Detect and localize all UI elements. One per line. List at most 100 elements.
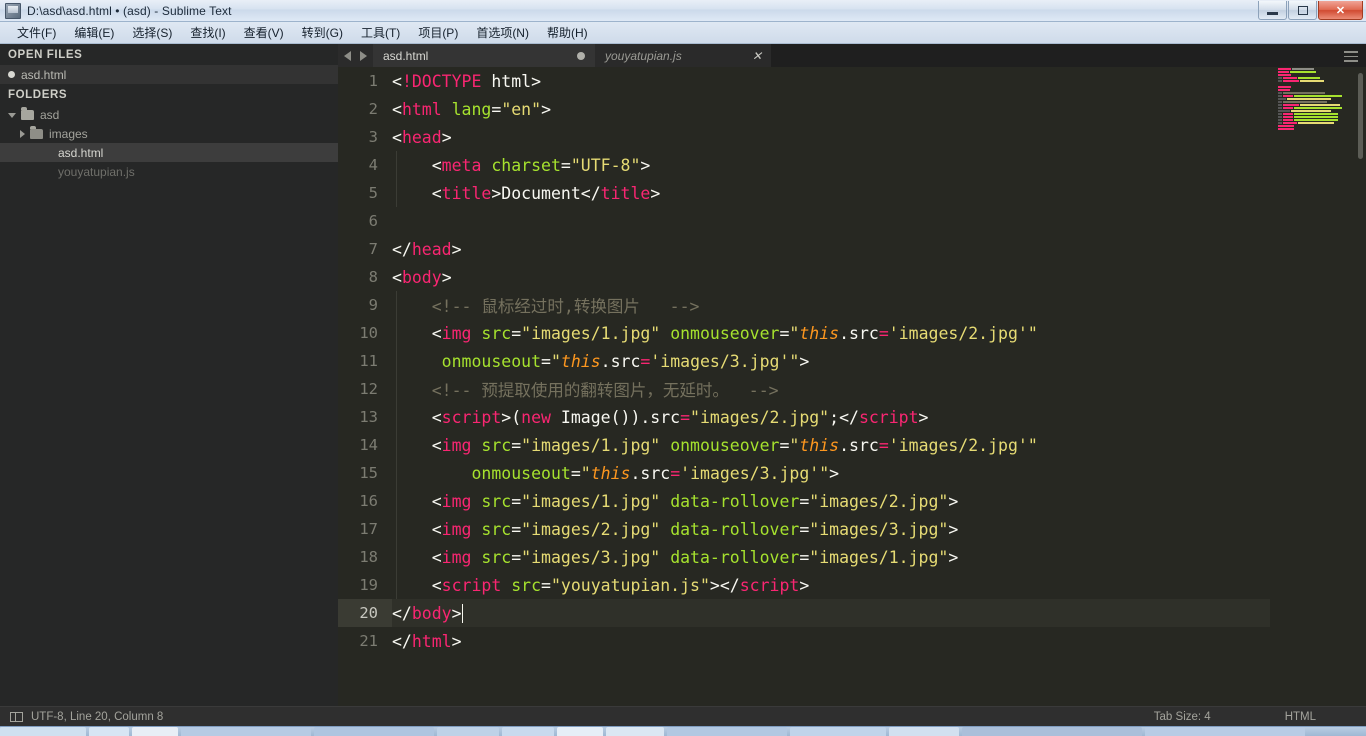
folder-open-icon	[21, 106, 34, 120]
menu-item-file[interactable]: 文件(F)	[8, 22, 65, 43]
open-files-header: OPEN FILES	[8, 49, 83, 61]
taskbar-item[interactable]	[1145, 727, 1305, 736]
minimap[interactable]	[1270, 67, 1366, 706]
code-line[interactable]: 9 <!-- 鼠标经过时,转换图片 -->	[338, 291, 1366, 319]
tab-label: asd.html	[383, 48, 429, 63]
code-line[interactable]: 2 <html lang="en">	[338, 95, 1366, 123]
minimap-line	[1278, 86, 1366, 88]
taskbar-item[interactable]	[606, 727, 664, 736]
minimap-line	[1278, 128, 1366, 130]
menu-item-tools[interactable]: 工具(T)	[352, 22, 409, 43]
line-number: 6	[368, 212, 378, 230]
code-line[interactable]: 17 <img src="images/2.jpg" data-rollover…	[338, 515, 1366, 543]
code-line[interactable]: 16 <img src="images/1.jpg" data-rollover…	[338, 487, 1366, 515]
taskbar-item[interactable]	[962, 727, 1142, 736]
open-file-item-asd-html[interactable]: asd.html	[0, 65, 338, 84]
tab-overflow-menu-icon[interactable]	[1344, 51, 1358, 65]
taskbar-item[interactable]	[889, 727, 959, 736]
code-line[interactable]: 14 <img src="images/1.jpg" onmouseover="…	[338, 431, 1366, 459]
chevron-right-icon[interactable]	[20, 129, 25, 138]
menu-item-find[interactable]: 查找(I)	[181, 22, 234, 43]
menu-item-selection[interactable]: 选择(S)	[123, 22, 181, 43]
code-line[interactable]: 6	[338, 207, 1366, 235]
chevron-down-icon[interactable]	[8, 113, 16, 118]
code-line[interactable]: 4 <meta charset="UTF-8">	[338, 151, 1366, 179]
code-text: <img src="images/1.jpg" data-rollover="i…	[392, 491, 959, 511]
line-number: 18	[359, 548, 378, 566]
menu-item-help[interactable]: 帮助(H)	[538, 22, 597, 43]
tab-youyatupian-js[interactable]: youyatupian.js ✕	[595, 44, 771, 67]
taskbar-item[interactable]	[437, 727, 499, 736]
indent-guide	[396, 515, 397, 543]
indent-guide	[396, 179, 397, 207]
code-line[interactable]: 7 </head>	[338, 235, 1366, 263]
code-line[interactable]: 8 <body>	[338, 263, 1366, 291]
sidebar-toggle-icon[interactable]	[10, 711, 23, 722]
code-text: <script>(new Image()).src="images/2.jpg"…	[392, 407, 929, 427]
close-button[interactable]: ✕	[1318, 1, 1363, 20]
taskbar-item[interactable]	[0, 727, 86, 736]
code-line[interactable]: 19 <script src="youyatupian.js"></script…	[338, 571, 1366, 599]
status-tab-size[interactable]: Tab Size: 4	[1154, 711, 1211, 723]
minimap-line	[1278, 110, 1366, 112]
minimize-button[interactable]	[1258, 1, 1287, 20]
status-right-group: Tab Size: 4 HTML	[1154, 711, 1366, 723]
window-title: D:\asd\asd.html • (asd) - Sublime Text	[27, 3, 232, 18]
taskbar-item[interactable]	[132, 727, 178, 736]
taskbar-item[interactable]	[790, 727, 886, 736]
line-number: 19	[359, 576, 378, 594]
code-line[interactable]: 5 <title>Document</title>	[338, 179, 1366, 207]
menu-item-edit[interactable]: 编辑(E)	[65, 22, 123, 43]
menu-item-view[interactable]: 查看(V)	[235, 22, 293, 43]
code-text: <img src="images/2.jpg" data-rollover="i…	[392, 519, 959, 539]
maximize-button[interactable]	[1288, 1, 1317, 20]
taskbar-item[interactable]	[667, 727, 787, 736]
line-number: 9	[368, 296, 378, 314]
file-label: youyatupian.js	[58, 164, 135, 179]
code-line[interactable]: 1 <!DOCTYPE html>	[338, 67, 1366, 95]
indent-guide	[396, 403, 397, 431]
code-line[interactable]: 10 <img src="images/1.jpg" onmouseover="…	[338, 319, 1366, 347]
taskbar-item[interactable]	[314, 727, 434, 736]
tab-asd-html[interactable]: asd.html	[373, 44, 595, 67]
tab-nav-arrows	[338, 44, 373, 67]
status-syntax[interactable]: HTML	[1285, 711, 1316, 723]
taskbar-item[interactable]	[181, 727, 311, 736]
indent-guide	[396, 347, 397, 375]
code-line[interactable]: 18 <img src="images/3.jpg" data-rollover…	[338, 543, 1366, 571]
menu-item-project[interactable]: 项目(P)	[409, 22, 467, 43]
tab-close-icon[interactable]: ✕	[752, 50, 762, 62]
code-line[interactable]: 11 onmouseout="this.src='images/3.jpg'">	[338, 347, 1366, 375]
code-line[interactable]: 13 <script>(new Image()).src="images/2.j…	[338, 403, 1366, 431]
minimap-line	[1278, 68, 1366, 70]
window-title-bar: D:\asd\asd.html • (asd) - Sublime Text ✕	[0, 0, 1366, 22]
file-item-asd-html[interactable]: asd.html	[0, 143, 338, 162]
folder-item-images[interactable]: images	[0, 124, 338, 143]
prev-tab-arrow-icon[interactable]	[344, 50, 351, 61]
code-text: <!DOCTYPE html>	[392, 71, 542, 91]
code-line[interactable]: 20 </body>	[338, 599, 1366, 627]
taskbar-item[interactable]	[502, 727, 554, 736]
code-line[interactable]: 21 </html>	[338, 627, 1366, 655]
line-number: 2	[368, 100, 378, 118]
next-tab-arrow-icon[interactable]	[360, 50, 367, 61]
code-text: onmouseout="this.src='images/3.jpg'">	[441, 351, 810, 371]
code-text: <html lang="en">	[392, 99, 551, 119]
minimap-scrollbar[interactable]	[1358, 73, 1363, 159]
folder-item-asd[interactable]: asd	[0, 105, 338, 124]
code-line[interactable]: 3 <head>	[338, 123, 1366, 151]
text-cursor	[461, 603, 464, 623]
menu-item-goto[interactable]: 转到(G)	[293, 22, 352, 43]
menu-item-preferences[interactable]: 首选项(N)	[467, 22, 538, 43]
code-line[interactable]: 15 onmouseout="this.src='images/3.jpg'">	[338, 459, 1366, 487]
windows-taskbar[interactable]	[0, 726, 1366, 736]
line-number: 5	[368, 184, 378, 202]
file-item-youyatupian-js[interactable]: youyatupian.js	[0, 162, 338, 181]
indent-guide	[396, 571, 397, 599]
taskbar-item[interactable]	[89, 727, 129, 736]
line-number: 12	[359, 380, 378, 398]
taskbar-item[interactable]	[557, 727, 603, 736]
code-editor[interactable]: 1 <!DOCTYPE html> 2 <html lang="en"> 3 <head>…	[338, 67, 1366, 706]
code-text: <img src="images/1.jpg" onmouseover="thi…	[392, 435, 1038, 455]
code-line[interactable]: 12 <!-- 预提取使用的翻转图片，无延时。 -->	[338, 375, 1366, 403]
